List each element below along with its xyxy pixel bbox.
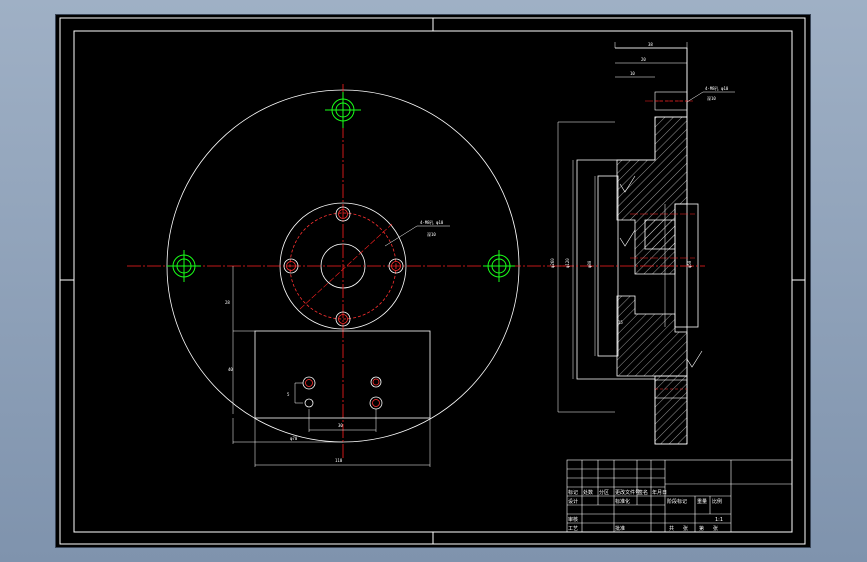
tb-mark: 标记 — [568, 489, 578, 496]
vert-dim-28: 28 — [225, 300, 230, 305]
cad-drawing: 4-M8孔 φ10 深10 28 40 5 30 φ70 110 38 20 1… — [59, 17, 806, 545]
plate-dim-110: 110 — [335, 458, 343, 463]
section-hole-note: 4-M8孔 φ10 — [705, 85, 729, 91]
dim-15: 15 — [618, 320, 623, 325]
mounting-plate — [254, 330, 431, 419]
hole-dim-30: 30 — [338, 423, 343, 428]
tb-scale: 比例 — [712, 498, 722, 505]
section-hole-note-sub: 深10 — [707, 95, 716, 101]
section-view: 38 20 10 4-M8孔 φ10 深10 φ260 φ120 φ80 φ50… — [550, 42, 735, 445]
dim-phi-50: φ50 — [687, 260, 692, 268]
plan-hole-note-sub: 深10 — [427, 231, 436, 237]
plan-hole-note: 4-M8孔 φ10 — [420, 219, 444, 225]
dim-phi-260: φ260 — [550, 258, 555, 268]
top-dim-38: 38 — [648, 42, 653, 47]
tb-craft: 工艺 — [568, 526, 578, 532]
title-block-text: 标记 处数 分区 更改文件号 签名 年月日 阶段标记 重量 比例 1:1 设计 … — [568, 489, 723, 532]
top-dim-20: 20 — [641, 57, 646, 62]
plate-dim-40: 40 — [228, 367, 233, 372]
tb-weight: 重量 — [697, 498, 707, 505]
inner-frame — [73, 30, 793, 533]
dim-phi-80: φ80 — [587, 260, 592, 268]
tb-stage: 阶段标记 — [667, 498, 687, 505]
tb-date: 年月日 — [652, 489, 667, 496]
tb-design: 设计 — [568, 498, 578, 505]
top-dim-10: 10 — [630, 71, 635, 76]
tb-sheets: 张 — [683, 525, 688, 532]
plate-dim-w2: φ70 — [290, 436, 298, 441]
tb-approve: 批准 — [615, 525, 625, 532]
tb-review: 审核 — [568, 516, 578, 523]
tb-change-doc: 更改文件号 — [615, 489, 640, 496]
tb-standard: 标准化 — [615, 498, 630, 505]
dim-phi-120: φ120 — [565, 258, 570, 268]
tb-zone: 分区 — [599, 489, 609, 496]
tb-count: 处数 — [583, 489, 593, 496]
plan-view: 4-M8孔 φ10 深10 28 40 5 30 φ70 110 — [127, 84, 565, 467]
tb-no: 第 — [699, 525, 704, 532]
tb-sheet: 张 — [713, 525, 718, 532]
tb-total: 共 — [669, 525, 674, 532]
small-dim-5: 5 — [287, 392, 290, 397]
outer-frame — [59, 17, 806, 545]
cad-viewport[interactable]: 4-M8孔 φ10 深10 28 40 5 30 φ70 110 38 20 1… — [55, 14, 811, 548]
title-block — [566, 459, 793, 533]
tb-scale-value: 1:1 — [715, 517, 723, 523]
tb-sign: 签名 — [638, 489, 648, 496]
